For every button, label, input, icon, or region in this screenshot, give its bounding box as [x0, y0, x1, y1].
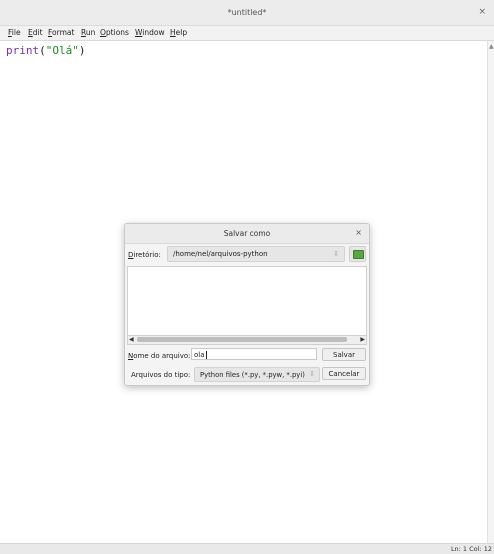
scrollbar-thumb[interactable] [137, 337, 347, 342]
scroll-right-icon[interactable]: ▶ [360, 336, 365, 343]
menu-help[interactable]: Help [170, 28, 187, 37]
code-open-paren: ( [39, 44, 46, 57]
file-list[interactable] [127, 266, 367, 338]
directory-label: Diretório: [128, 251, 161, 259]
text-caret [205, 351, 207, 359]
menu-options[interactable]: Options [100, 28, 129, 37]
menu-file[interactable]: File [8, 28, 21, 37]
menu-run[interactable]: Run [81, 28, 95, 37]
new-folder-button[interactable] [349, 246, 366, 262]
menu-window[interactable]: Window [135, 28, 165, 37]
save-button[interactable]: Salvar [322, 348, 366, 361]
statusbar: Ln: 1 Col: 12 [0, 543, 494, 554]
dialog-title: Salvar como [223, 229, 271, 238]
filetype-select[interactable]: Python files (*.py, *.pyw, *.pyi) ⇩ [194, 367, 320, 382]
cancel-button[interactable]: Cancelar [322, 367, 366, 380]
code-string: "Olá" [45, 44, 79, 57]
directory-value: /home/nel/arquivos-python [173, 250, 268, 258]
window-titlebar: *untitled* × [0, 0, 494, 26]
scroll-left-icon[interactable]: ◀ [129, 336, 134, 343]
window-title: *untitled* [227, 8, 267, 17]
dialog-titlebar: Salvar como × [125, 224, 369, 244]
new-folder-icon [353, 250, 364, 259]
cancel-button-label: Cancelar [328, 370, 360, 378]
dropdown-arrow-icon: ⇩ [333, 250, 339, 258]
window-close-icon[interactable]: × [478, 7, 486, 17]
code-close-paren: ) [78, 44, 86, 57]
scroll-up-icon[interactable]: ▲ [489, 43, 494, 50]
cursor-position: Ln: 1 Col: 12 [450, 545, 492, 553]
file-list-horizontal-scrollbar[interactable]: ◀ ▶ [127, 335, 367, 345]
filename-label: Nome do arquivo: [128, 352, 191, 360]
dialog-close-icon[interactable]: × [355, 228, 362, 237]
filetype-label: Arquivos do tipo: [131, 371, 191, 379]
filetype-value: Python files (*.py, *.pyw, *.pyi) [200, 371, 305, 379]
save-button-label: Salvar [333, 351, 355, 359]
dropdown-arrow-icon: ⇩ [309, 370, 315, 378]
menu-edit[interactable]: Edit [28, 28, 43, 37]
save-as-dialog: Salvar como × Diretório: /home/nel/arqui… [124, 223, 370, 386]
menubar: File Edit Format Run Options Window Help [0, 26, 494, 41]
editor-vertical-scrollbar[interactable]: ▲ [487, 41, 494, 550]
filename-input[interactable]: ola [191, 348, 317, 360]
code-line: print("Olá") [6, 44, 86, 57]
directory-select[interactable]: /home/nel/arquivos-python ⇩ [167, 246, 345, 262]
code-function: print [6, 44, 40, 57]
filename-value: ola [194, 351, 205, 359]
menu-format[interactable]: Format [48, 28, 74, 37]
